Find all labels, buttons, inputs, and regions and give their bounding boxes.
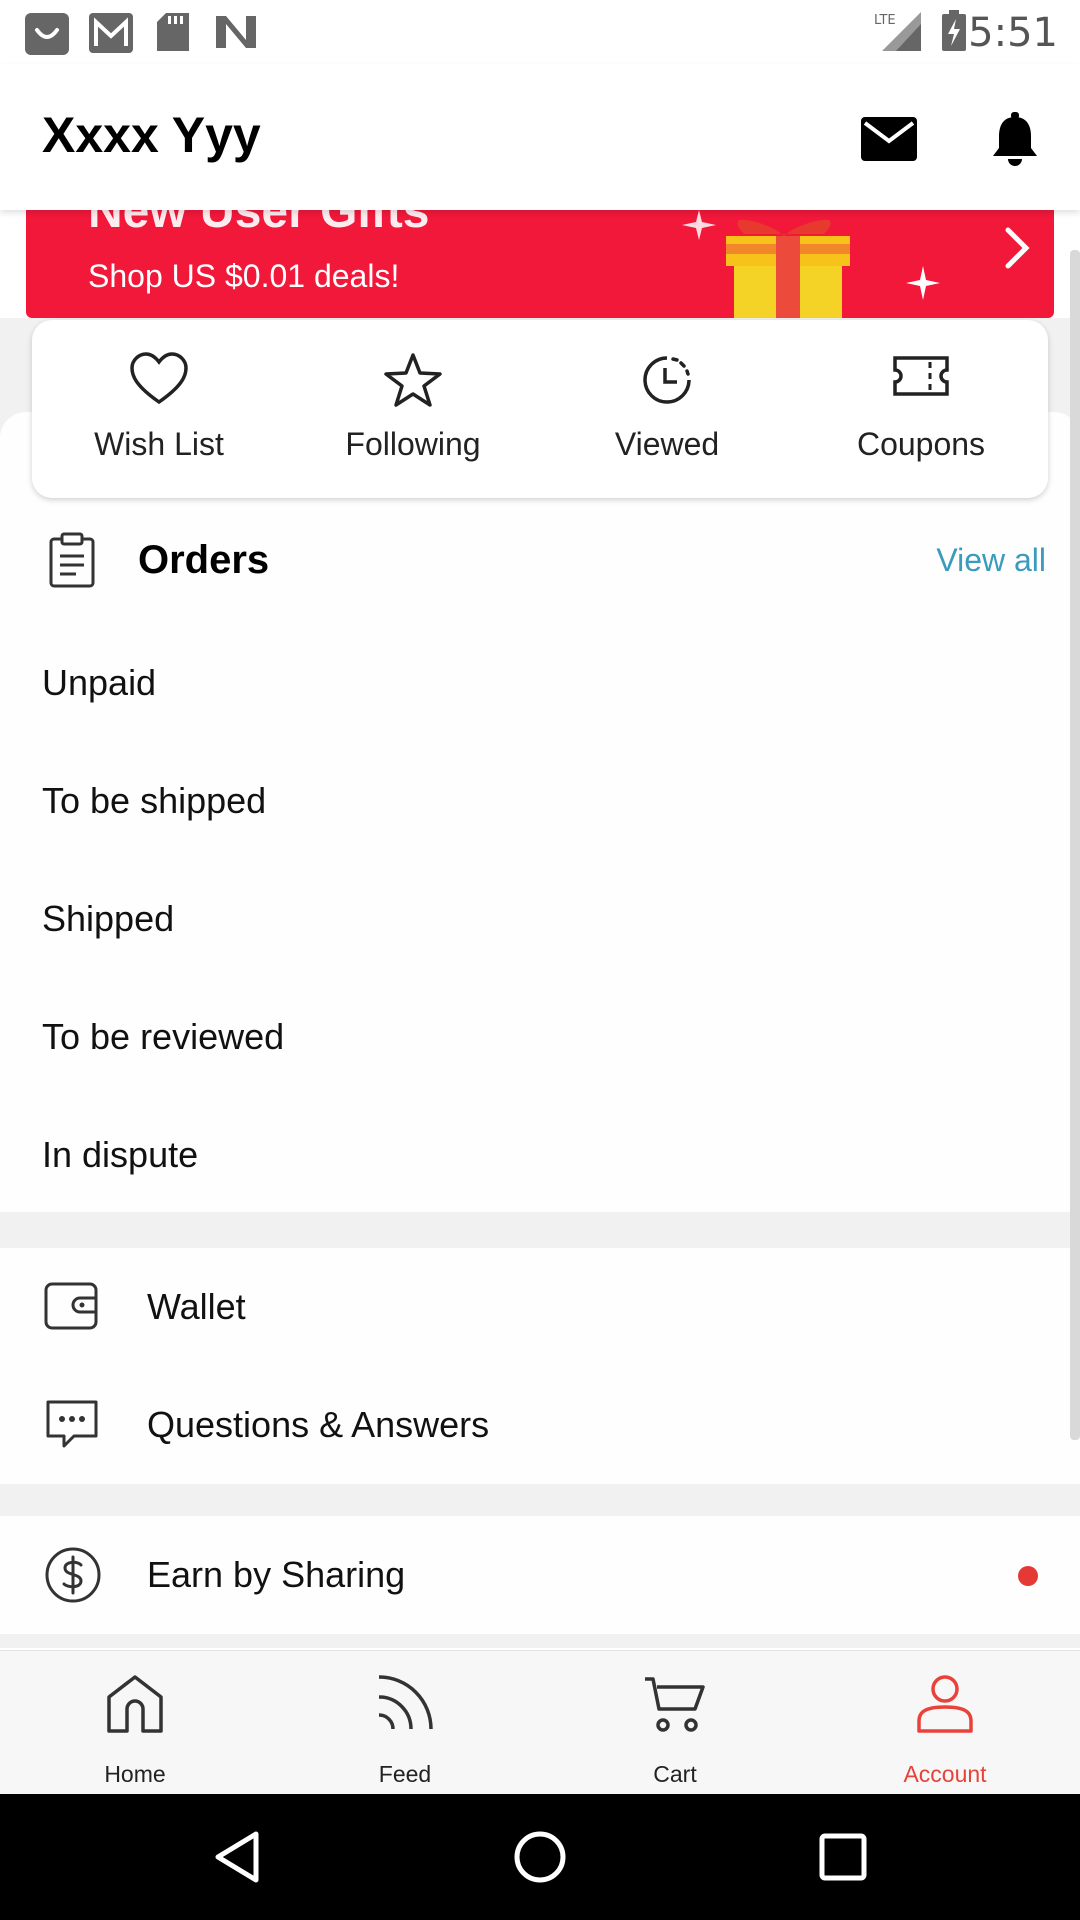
earn-by-sharing-item[interactable]: Earn by Sharing xyxy=(0,1516,1080,1634)
heart-icon xyxy=(130,352,188,411)
nav-label: Account xyxy=(903,1761,987,1787)
gift-box-icon xyxy=(696,214,876,318)
bell-icon xyxy=(993,112,1037,166)
clock-icon xyxy=(639,352,695,413)
quick-link-coupons[interactable]: Coupons xyxy=(794,320,1048,498)
order-status-label: In dispute xyxy=(42,1134,199,1175)
order-status-to-be-reviewed[interactable]: To be reviewed xyxy=(0,978,1080,1096)
notification-dot xyxy=(1018,1566,1038,1586)
sparkle-icon xyxy=(906,266,940,305)
store-notification-icon xyxy=(24,12,70,61)
nav-cart[interactable]: Cart xyxy=(540,1651,810,1795)
cart-icon xyxy=(643,1673,707,1740)
quick-link-viewed[interactable]: Viewed xyxy=(540,320,794,498)
recents-button[interactable] xyxy=(810,1824,876,1890)
order-status-label: Shipped xyxy=(42,898,175,939)
quick-link-wish-list[interactable]: Wish List xyxy=(32,320,286,498)
wallet-icon xyxy=(44,1280,100,1337)
questions-answers-item[interactable]: Questions & Answers xyxy=(0,1366,1080,1484)
quick-link-following[interactable]: Following xyxy=(286,320,540,498)
home-circle-icon xyxy=(514,1831,566,1883)
orders-header: Orders View all xyxy=(0,520,1080,604)
order-status-to-be-shipped[interactable]: To be shipped xyxy=(0,742,1080,860)
bottom-navigation: Home Feed Cart Account xyxy=(0,1650,1080,1794)
coupon-icon xyxy=(892,352,950,405)
chat-bubble-icon xyxy=(44,1398,100,1455)
home-system-button[interactable] xyxy=(507,1824,573,1890)
quick-link-label: Following xyxy=(345,426,481,462)
order-status-label: Unpaid xyxy=(42,662,157,703)
user-name[interactable]: Xxxx Yyy xyxy=(42,106,261,164)
status-time: 5:51 xyxy=(968,10,1058,56)
n-logo-icon xyxy=(214,12,258,57)
view-all-orders-link[interactable]: View all xyxy=(936,542,1046,579)
order-status-label: To be reviewed xyxy=(42,1016,285,1057)
order-status-label: To be shipped xyxy=(42,780,267,821)
app-header: Xxxx Yyy xyxy=(0,64,1080,210)
quick-link-label: Viewed xyxy=(614,426,720,462)
nav-label: Home xyxy=(104,1761,166,1787)
quick-link-label: Wish List xyxy=(94,426,224,462)
dollar-circle-icon xyxy=(44,1546,102,1609)
quick-link-label: Coupons xyxy=(856,426,986,462)
wallet-item[interactable]: Wallet xyxy=(0,1248,1080,1366)
sparkle-icon xyxy=(682,210,716,245)
order-status-unpaid[interactable]: Unpaid xyxy=(0,624,1080,742)
lte-signal-icon: LTE xyxy=(874,10,922,57)
sd-card-icon xyxy=(156,12,190,57)
wallet-label: Wallet xyxy=(147,1286,246,1327)
chevron-right-icon xyxy=(1002,224,1032,277)
nav-feed[interactable]: Feed xyxy=(270,1651,540,1795)
banner-subtitle: Shop US $0.01 deals! xyxy=(88,258,400,294)
order-status-in-dispute[interactable]: In dispute xyxy=(0,1096,1080,1214)
back-triangle-icon xyxy=(215,1831,259,1883)
notifications-button[interactable] xyxy=(980,104,1050,174)
earn-by-sharing-label: Earn by Sharing xyxy=(147,1554,406,1595)
order-status-shipped[interactable]: Shipped xyxy=(0,860,1080,978)
battery-charging-icon xyxy=(940,10,968,57)
back-button[interactable] xyxy=(204,1824,270,1890)
gmail-icon xyxy=(88,12,134,59)
scrollbar[interactable] xyxy=(1070,250,1080,1440)
questions-answers-label: Questions & Answers xyxy=(147,1404,490,1445)
home-icon xyxy=(105,1673,165,1740)
nav-label: Feed xyxy=(378,1761,432,1787)
recents-square-icon xyxy=(819,1833,867,1881)
nav-label: Cart xyxy=(653,1761,697,1787)
feed-icon xyxy=(375,1673,435,1738)
status-bar: LTE 5:51 xyxy=(0,0,1080,64)
nav-account[interactable]: Account xyxy=(810,1651,1080,1795)
mail-icon xyxy=(861,117,917,161)
nav-home[interactable]: Home xyxy=(0,1651,270,1795)
orders-title: Orders xyxy=(138,538,270,582)
account-icon xyxy=(915,1673,975,1740)
clipboard-icon xyxy=(48,532,96,593)
star-icon xyxy=(383,352,443,413)
svg-text:LTE: LTE xyxy=(874,13,896,28)
messages-button[interactable] xyxy=(854,104,924,174)
new-user-gifts-banner[interactable]: New User Gifts Shop US $0.01 deals! xyxy=(26,210,1054,318)
services-panel: Wallet Questions & Answers xyxy=(0,1248,1080,1484)
banner-title: New User Gifts xyxy=(88,210,430,238)
quick-links-card: Wish List Following Viewed Coupons xyxy=(32,320,1048,498)
system-navigation-bar xyxy=(0,1794,1080,1920)
